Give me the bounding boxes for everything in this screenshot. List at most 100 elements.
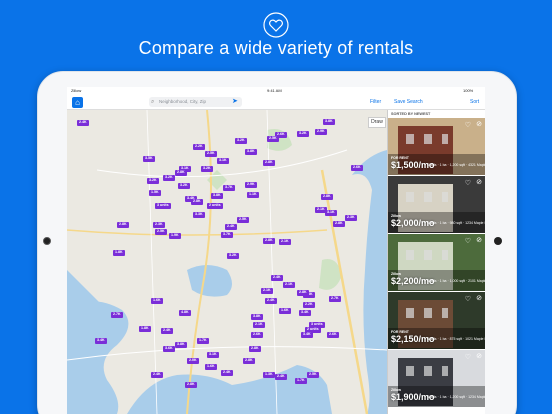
map-view[interactable]: 3.8K 2.9K 3.2K 2.6K 2.5K 3.2K 2.2K 3.8K 2.5K 3.5K… [67, 110, 387, 414]
save-search-button[interactable]: Save Search [394, 97, 423, 107]
favorite-heart-icon[interactable]: ♡ [465, 237, 471, 245]
favorite-heart-icon[interactable]: ♡ [465, 121, 471, 129]
price-pin[interactable]: 3.2K [235, 138, 247, 144]
price-pin[interactable]: 1.6K [151, 298, 163, 304]
price-pin[interactable]: 1.8K [113, 250, 125, 256]
price-pin[interactable]: 3.1K [207, 352, 219, 358]
price-pin[interactable]: 2.1K [279, 239, 291, 245]
price-pin[interactable]: 2.8K [243, 358, 255, 364]
price-pin[interactable]: 2.8K [185, 382, 197, 388]
price-pin[interactable]: 3.4K [95, 338, 107, 344]
favorite-heart-icon[interactable]: ♡ [465, 179, 471, 187]
price-pin[interactable]: 3.8K [323, 119, 335, 125]
price-pin[interactable]: 2.4K [265, 298, 277, 304]
price-pin[interactable]: 3.2K [201, 166, 213, 172]
favorite-heart-icon[interactable]: ♡ [465, 295, 471, 303]
price-pin[interactable]: 2.3K [345, 215, 357, 221]
location-arrow-icon[interactable]: ➤ [232, 97, 238, 107]
price-pin[interactable]: 1.5K [149, 190, 161, 196]
price-pin[interactable]: 2.5K [237, 217, 249, 223]
price-pin[interactable]: 3.8K [251, 314, 263, 320]
price-pin[interactable]: 3.8K [175, 342, 187, 348]
price-pin[interactable]: 2.2K [193, 144, 205, 150]
price-pin[interactable]: 3.1K [217, 158, 229, 164]
hide-listing-icon[interactable]: ⊘ [476, 120, 482, 128]
price-pin[interactable]: 1.9K [169, 233, 181, 239]
price-pin[interactable]: 3.8K [211, 193, 223, 199]
price-pin[interactable]: 2.2K [303, 302, 315, 308]
price-pin[interactable]: 2.1K [253, 322, 265, 328]
price-pin[interactable]: 3.3K [193, 212, 205, 218]
price-pin[interactable]: 2.0K [187, 358, 199, 364]
listing-card[interactable]: ♡ ⊘ FOR RENT $2,150/mo 1 bds · 1 ba · 875 sq… [388, 292, 485, 350]
price-pin[interactable]: 2.5K [307, 372, 319, 378]
price-pin[interactable]: 2.4K [275, 374, 287, 380]
price-pin[interactable]: 2.8K [321, 194, 333, 200]
price-pin[interactable]: 2.8K [249, 346, 261, 352]
price-pin[interactable]: 3.7K [223, 185, 235, 191]
price-pin[interactable]: 2.5K [155, 229, 167, 235]
price-pin[interactable]: 3.6K [163, 346, 175, 352]
hide-listing-icon[interactable]: ⊘ [476, 236, 482, 244]
price-pin[interactable]: 2.9K [315, 129, 327, 135]
price-pin[interactable]: 4.8K [179, 310, 191, 316]
price-pin[interactable]: 2.6K [251, 332, 263, 338]
filter-button[interactable]: Filter [370, 97, 381, 107]
price-pin[interactable]: 3 units [155, 203, 171, 209]
price-pin[interactable]: 2.7K [329, 296, 341, 302]
price-pin[interactable]: 2.6K [327, 332, 339, 338]
price-pin[interactable]: 2.4K [151, 372, 163, 378]
home-button[interactable] [494, 237, 502, 245]
price-pin[interactable]: 3.8K [245, 149, 257, 155]
price-pin[interactable]: 2.1K [283, 282, 295, 288]
price-pin[interactable]: 2.5K [205, 151, 217, 157]
price-pin[interactable]: 3.2K [178, 183, 190, 189]
listing-card[interactable]: ♡ ⊘ Zillow $2,000/mo 1 bds · 1 ba · 980 sqft… [388, 176, 485, 234]
price-pin[interactable]: 2.8K [263, 238, 275, 244]
search-input[interactable]: ⌕ Neighborhood, City, Zip [149, 97, 242, 107]
price-pin[interactable]: 2.4K [161, 328, 173, 334]
hide-listing-icon[interactable]: ⊘ [476, 294, 482, 302]
price-pin[interactable]: 2.9K [245, 182, 257, 188]
price-pin[interactable]: 1.6K [205, 364, 217, 370]
price-pin[interactable]: 2.8K [175, 170, 187, 176]
price-pin[interactable]: 1.6K [279, 308, 291, 314]
price-pin[interactable]: 3.2K [227, 253, 239, 259]
price-pin[interactable]: 2.8K [297, 290, 309, 296]
price-pin[interactable]: 2.5K [267, 136, 279, 142]
price-pin[interactable]: 3.4K [299, 310, 311, 316]
listing-card[interactable]: ♡ ⊘ Zillow $2,200/mo 1 bds · 1 ba · 1,000 sq… [388, 234, 485, 292]
price-pin[interactable]: 1.3K [263, 372, 275, 378]
favorite-heart-icon[interactable]: ♡ [465, 353, 471, 361]
price-pin[interactable]: 3.1K [325, 210, 337, 216]
price-pin[interactable]: 1.7K [295, 378, 307, 384]
price-pin[interactable]: 3.5K [143, 156, 155, 162]
price-pin[interactable]: 2.7K [111, 312, 123, 318]
draw-button[interactable]: Draw [368, 117, 386, 128]
price-pin[interactable]: 2.6K [351, 165, 363, 171]
price-pin[interactable]: 1.8K [139, 326, 151, 332]
price-pin[interactable]: 2.4K [271, 275, 283, 281]
price-pin[interactable]: 2.8K [117, 222, 129, 228]
hide-listing-icon[interactable]: ⊘ [476, 352, 482, 360]
price-pin[interactable]: 2 units [207, 203, 223, 209]
price-pin[interactable]: 2.8K [191, 199, 203, 205]
listing-card[interactable]: ♡ ⊘ FOR RENT $1,500/mo 3 bds · 1 ba · 1,200 … [388, 118, 485, 176]
hide-listing-icon[interactable]: ⊘ [476, 178, 482, 186]
price-pin[interactable]: 2.8K [263, 160, 275, 166]
price-pin[interactable]: 2.4K [221, 370, 233, 376]
price-pin[interactable]: 3.7K [221, 232, 233, 238]
listing-card[interactable]: ♡ ⊘ Zillow $1,900/mo 1 bds · 1 ba · 1,200 sq… [388, 350, 485, 408]
price-pin[interactable]: 2.3K [153, 222, 165, 228]
price-pin[interactable]: 2.4K [77, 120, 89, 126]
sort-button[interactable]: Sort [470, 97, 479, 107]
price-pin[interactable]: 1.7K [197, 338, 209, 344]
price-pin[interactable]: 3.2K [297, 131, 309, 137]
price-pin[interactable]: 2.4K [225, 224, 237, 230]
zillow-logo-icon[interactable]: ⌂ [72, 97, 83, 108]
price-pin[interactable]: 1.1K [247, 192, 259, 198]
price-pin[interactable]: 2.8K [333, 221, 345, 227]
price-pin[interactable]: 3.2K [147, 178, 159, 184]
price-pin[interactable]: 3.2K [163, 175, 175, 181]
price-pin[interactable]: 3.4K [301, 332, 313, 338]
